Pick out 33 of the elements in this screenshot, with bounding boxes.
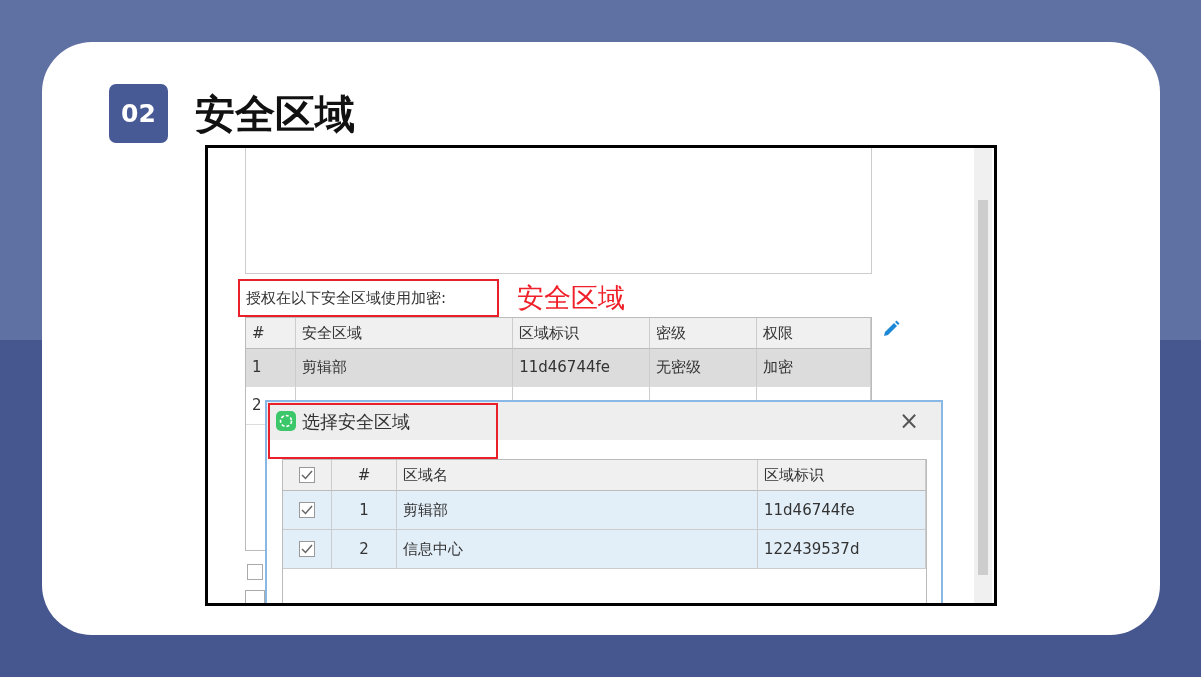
table-cell: 2	[332, 530, 397, 569]
edit-pencil-icon[interactable]	[882, 320, 900, 338]
table-cell: 1	[246, 349, 296, 387]
column-header: 权限	[757, 318, 871, 349]
table-cell: 11d46744fe	[758, 491, 926, 530]
slide-title: 安全区域	[195, 93, 355, 134]
table-cell: 剪辑部	[397, 491, 758, 530]
table-cell: 122439537d	[758, 530, 926, 569]
column-header: 区域标识	[513, 318, 650, 349]
column-header: 区域名	[397, 460, 758, 491]
table-cell: 无密级	[649, 349, 758, 387]
column-header: #	[246, 318, 296, 349]
checkbox[interactable]	[299, 502, 315, 518]
close-button[interactable]: ×	[892, 409, 925, 433]
table-row[interactable]: 1 剪辑部 11d46744fe 无密级 加密	[246, 349, 871, 387]
app-icon	[276, 411, 296, 431]
scrollbar-thumb[interactable]	[978, 200, 988, 575]
table-cell: 1	[332, 491, 397, 530]
column-header: #	[332, 460, 397, 491]
annotation-text: 安全区域	[517, 283, 625, 311]
column-header: 区域标识	[758, 460, 926, 491]
table-cell: 加密	[757, 349, 871, 387]
checkbox[interactable]	[299, 541, 315, 557]
table-cell: 11d46744fe	[513, 349, 650, 387]
column-header: 密级	[649, 318, 758, 349]
checkbox[interactable]	[299, 467, 315, 483]
column-header: 安全区域	[295, 318, 514, 349]
checkbox[interactable]	[247, 564, 263, 580]
section-label: 授权在以下安全区域使用加密:	[246, 287, 447, 309]
dialog-title: 选择安全区域	[302, 409, 410, 434]
section-number: 02	[109, 84, 168, 143]
table-cell: 信息中心	[397, 530, 758, 569]
table-cell: 剪辑部	[295, 349, 514, 387]
